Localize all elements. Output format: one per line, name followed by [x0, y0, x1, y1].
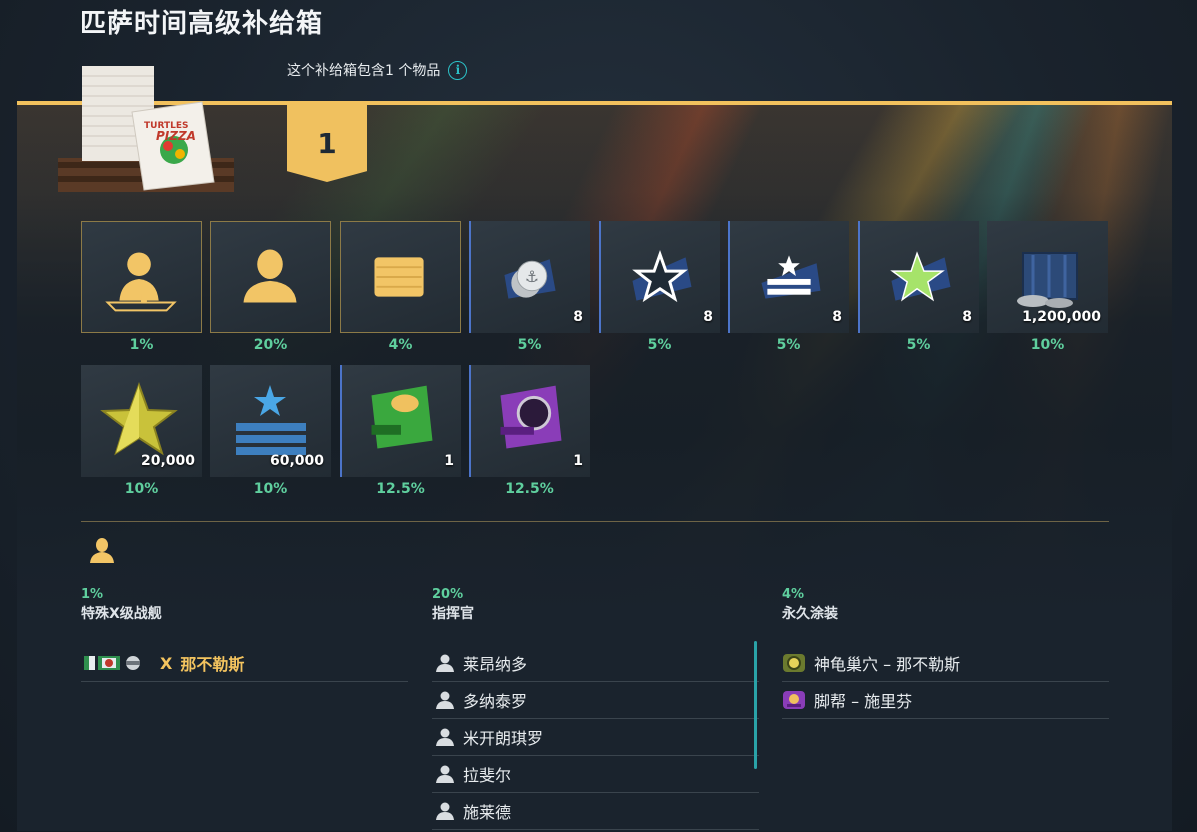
column-special-ship: 1% 特殊X级战舰 X 那不勒斯	[81, 587, 408, 682]
tile-commander[interactable]	[210, 221, 331, 333]
column-commanders: 20% 指挥官 莱昂纳多 多纳泰罗 米开朗琪罗 拉斐尔 施莱德	[432, 587, 759, 830]
tile-percent: 10%	[1030, 337, 1065, 353]
ship-nation-flags-icon	[84, 656, 140, 670]
tile-count: 8	[962, 309, 972, 325]
tile-camouflage[interactable]	[340, 221, 461, 333]
ship-list: X 那不勒斯	[81, 645, 408, 682]
commander-list-scrollbar[interactable]	[754, 641, 757, 769]
page-title: 匹萨时间高级补给箱	[80, 9, 324, 39]
contains-text: 这个补给箱包含1 个物品	[287, 63, 441, 79]
column-percent: 4%	[782, 587, 805, 602]
tile-white-star[interactable]: 8	[599, 221, 720, 333]
list-item-commander[interactable]: 拉斐尔	[432, 756, 759, 793]
tile-percent: 5%	[517, 337, 542, 353]
turtle-camouflage-icon	[783, 654, 805, 672]
commander-silhouette-icon	[90, 538, 114, 563]
item-count-badge: 1	[287, 104, 367, 182]
column-title: 永久涂装	[782, 606, 838, 622]
column-percent: 20%	[432, 587, 464, 602]
column-title: 指挥官	[432, 606, 474, 622]
tile-special-ship[interactable]	[81, 221, 202, 333]
person-icon	[436, 654, 454, 672]
tile-percent: 12.5%	[376, 481, 425, 497]
tile-anchor-coins[interactable]: ⚓ 8	[469, 221, 590, 333]
camouflage-list: 神龟巢穴 – 那不勒斯 脚帮 – 施里芬	[782, 645, 1109, 719]
commander-list: 莱昂纳多 多纳泰罗 米开朗琪罗 拉斐尔 施莱德	[432, 645, 759, 830]
ship-tier: X	[160, 653, 173, 673]
list-item-ship[interactable]: X 那不勒斯	[81, 645, 408, 682]
pizza-crate-image: TURTLES PIZZA	[58, 66, 234, 192]
commander-name: 施莱德	[463, 803, 512, 822]
permanent-camouflage-icon	[374, 257, 424, 297]
tile-purple-camo[interactable]: 1	[469, 365, 590, 477]
list-item-commander[interactable]: 施莱德	[432, 793, 759, 830]
list-item-commander[interactable]: 米开朗琪罗	[432, 719, 759, 756]
tile-percent: 5%	[776, 337, 801, 353]
column-title: 特殊X级战舰	[81, 606, 162, 622]
tile-gold-star[interactable]: 20,000	[81, 365, 202, 477]
tile-percent: 10%	[124, 481, 159, 497]
tile-blue-star-bars[interactable]: 60,000	[210, 365, 331, 477]
tile-count: 1	[573, 453, 583, 469]
tile-green-star[interactable]: 8	[858, 221, 979, 333]
column-camouflages: 4% 永久涂装 神龟巢穴 – 那不勒斯 脚帮 – 施里芬	[782, 587, 1109, 719]
commander-name: 多纳泰罗	[463, 692, 528, 711]
tile-percent: 5%	[906, 337, 931, 353]
tile-percent: 1%	[129, 337, 154, 353]
tile-count: 8	[832, 309, 842, 325]
tile-count: 20,000	[140, 453, 195, 469]
ship-name: 那不勒斯	[180, 655, 245, 674]
tile-percent: 12.5%	[505, 481, 554, 497]
tile-count: 1	[444, 453, 454, 469]
camouflage-name: 神龟巢穴 – 那不勒斯	[814, 655, 961, 674]
list-item-camouflage[interactable]: 脚帮 – 施里芬	[782, 682, 1109, 719]
list-item-camouflage[interactable]: 神龟巢穴 – 那不勒斯	[782, 645, 1109, 682]
person-icon	[436, 765, 454, 783]
commander-name: 米开朗琪罗	[463, 729, 544, 748]
column-percent: 1%	[81, 587, 104, 602]
svg-text:PIZZA: PIZZA	[156, 129, 196, 143]
svg-text:⚓: ⚓	[525, 267, 539, 286]
commander-name: 拉斐尔	[463, 766, 512, 785]
section-divider	[81, 521, 1109, 522]
tile-count: 8	[703, 309, 713, 325]
tile-percent: 20%	[253, 337, 288, 353]
tile-turtle-camo[interactable]: 1	[340, 365, 461, 477]
tile-count: 60,000	[269, 453, 324, 469]
purple-camouflage-icon	[783, 691, 805, 709]
commander-silhouette-icon	[243, 249, 297, 303]
person-icon	[436, 728, 454, 746]
list-item-commander[interactable]: 莱昂纳多	[432, 645, 759, 682]
person-icon	[436, 691, 454, 709]
tile-count: 1,200,000	[1022, 309, 1101, 325]
camouflage-name: 脚帮 – 施里芬	[814, 692, 913, 711]
special-ship-silhouette-icon	[105, 252, 177, 312]
person-icon	[436, 802, 454, 820]
tile-count: 8	[573, 309, 583, 325]
tile-percent: 4%	[388, 337, 413, 353]
tile-star-stripes[interactable]: 8	[728, 221, 849, 333]
tile-credits[interactable]: 1,200,000	[987, 221, 1108, 333]
contains-description: 这个补给箱包含1 个物品 i	[287, 60, 468, 80]
commander-name: 莱昂纳多	[463, 655, 528, 674]
tile-percent: 5%	[647, 337, 672, 353]
tile-percent: 10%	[253, 481, 288, 497]
info-icon[interactable]: i	[448, 60, 468, 80]
list-item-commander[interactable]: 多纳泰罗	[432, 682, 759, 719]
